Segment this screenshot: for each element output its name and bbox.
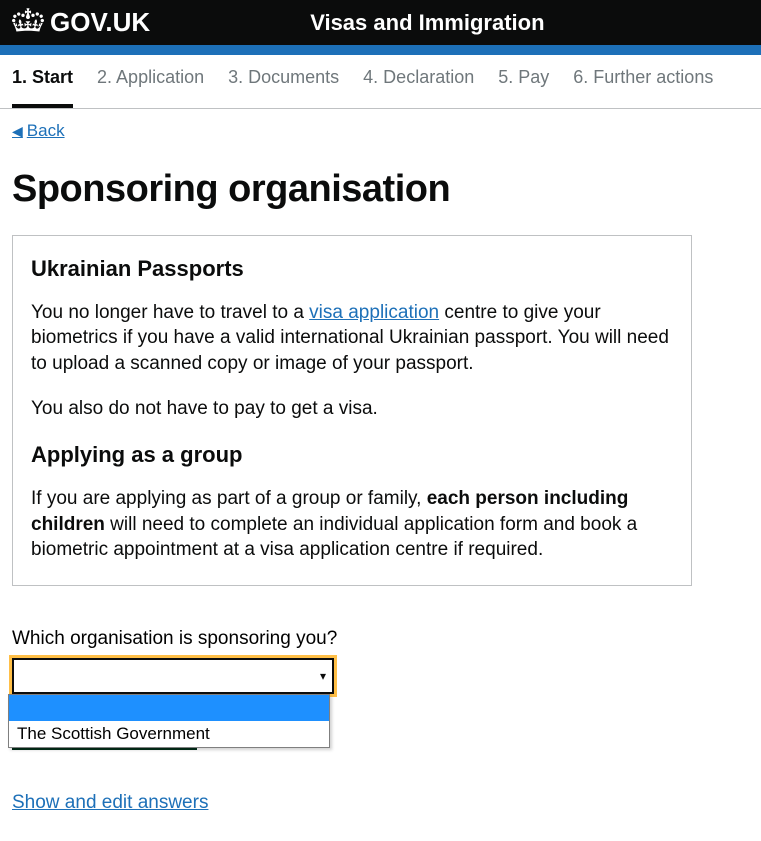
sponsoring-org-select[interactable]: ▾ bbox=[12, 658, 334, 694]
sponsoring-org-form-group: Which organisation is sponsoring you? ▾ … bbox=[12, 628, 749, 750]
tab-declaration[interactable]: 4. Declaration bbox=[363, 67, 474, 98]
visa-application-link[interactable]: visa application bbox=[309, 302, 439, 323]
callout-heading-group: Applying as a group bbox=[31, 442, 673, 468]
back-link-label: Back bbox=[27, 121, 65, 141]
callout-paragraph-1: You no longer have to travel to a visa a… bbox=[31, 300, 673, 377]
page-header: GOV.UK Visas and Immigration bbox=[0, 0, 761, 45]
header-accent-bar bbox=[0, 45, 761, 55]
callout-heading-passports: Ukrainian Passports bbox=[31, 256, 673, 282]
tab-documents[interactable]: 3. Documents bbox=[228, 67, 339, 98]
dropdown-option-empty[interactable] bbox=[9, 695, 329, 721]
info-callout: Ukrainian Passports You no longer have t… bbox=[12, 235, 692, 586]
dropdown-option-scottish-gov[interactable]: The Scottish Government bbox=[9, 721, 329, 747]
chevron-down-icon: ▾ bbox=[320, 669, 326, 683]
tab-pay[interactable]: 5. Pay bbox=[498, 67, 549, 98]
main-content: ◀ Back Sponsoring organisation Ukrainian… bbox=[0, 109, 761, 834]
callout-paragraph-3: If you are applying as part of a group o… bbox=[31, 486, 673, 563]
callout-paragraph-2: You also do not have to pay to get a vis… bbox=[31, 396, 673, 422]
tab-application[interactable]: 2. Application bbox=[97, 67, 204, 98]
tab-start[interactable]: 1. Start bbox=[12, 67, 73, 108]
page-title: Sponsoring organisation bbox=[12, 168, 749, 211]
back-link[interactable]: ◀ Back bbox=[12, 121, 65, 141]
govuk-logo-text: GOV.UK bbox=[50, 7, 150, 38]
crown-icon bbox=[12, 7, 44, 39]
sponsoring-org-select-wrap: ▾ The Scottish Government bbox=[12, 658, 334, 694]
show-edit-answers-link[interactable]: Show and edit answers bbox=[12, 792, 208, 814]
sponsoring-org-dropdown: The Scottish Government bbox=[8, 694, 330, 748]
progress-tabs: 1. Start 2. Application 3. Documents 4. … bbox=[0, 55, 761, 109]
govuk-logo[interactable]: GOV.UK bbox=[12, 7, 150, 39]
service-name: Visas and Immigration bbox=[310, 10, 544, 36]
back-arrow-icon: ◀ bbox=[12, 123, 23, 140]
tab-further-actions[interactable]: 6. Further actions bbox=[573, 67, 713, 98]
sponsoring-org-label: Which organisation is sponsoring you? bbox=[12, 628, 749, 650]
